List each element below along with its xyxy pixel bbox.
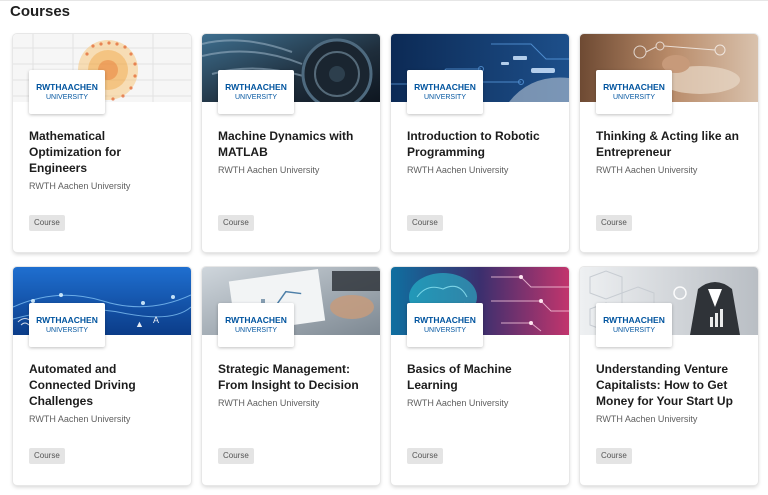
top-divider [0,0,768,1]
course-title[interactable]: Introduction to Robotic Programming [407,128,559,160]
course-type-badge: Course [29,448,65,464]
rwth-logo: RWTHAACHEN UNIVERSITY [218,303,294,347]
course-card-machine-learning[interactable]: RWTHAACHEN UNIVERSITY Basics of Machine L… [391,267,569,485]
svg-text:UNIVERSITY: UNIVERSITY [424,94,466,101]
course-title[interactable]: Strategic Management: From Insight to Dec… [218,361,370,393]
svg-text:UNIVERSITY: UNIVERSITY [424,327,466,334]
course-organization: RWTH Aachen University [218,165,320,175]
svg-text:UNIVERSITY: UNIVERSITY [235,94,277,101]
course-card-strategic-management[interactable]: RWTHAACHEN UNIVERSITY Strategic Manageme… [202,267,380,485]
course-type-badge: Course [596,215,632,231]
svg-text:RWTHAACHEN: RWTHAACHEN [603,82,665,92]
svg-text:RWTHAACHEN: RWTHAACHEN [36,315,98,325]
course-organization: RWTH Aachen University [596,414,698,424]
course-organization: RWTH Aachen University [29,414,131,424]
svg-text:RWTHAACHEN: RWTHAACHEN [225,315,287,325]
svg-text:RWTHAACHEN: RWTHAACHEN [603,315,665,325]
rwth-logo: RWTHAACHEN UNIVERSITY [29,303,105,347]
course-type-badge: Course [29,215,65,231]
rwth-logo: RWTHAACHEN UNIVERSITY [218,70,294,114]
course-card-venture-capitalists[interactable]: RWTHAACHEN UNIVERSITY Understanding Vent… [580,267,758,485]
course-grid: RWTHAACHEN UNIVERSITY Mathematical Optimi… [13,34,758,485]
course-card-entrepreneur[interactable]: RWTHAACHEN UNIVERSITY Thinking & Acting … [580,34,758,252]
course-type-badge: Course [407,448,443,464]
rwth-logo: RWTHAACHEN UNIVERSITY [596,70,672,114]
section-heading: Courses [10,3,71,20]
course-title[interactable]: Basics of Machine Learning [407,361,559,393]
course-title[interactable]: Automated and Connected Driving Challenges [29,361,181,409]
course-card-machine-dynamics[interactable]: RWTHAACHEN UNIVERSITY Machine Dynamics w… [202,34,380,252]
course-title[interactable]: Thinking & Acting like an Entrepreneur [596,128,748,160]
course-card-mathematical-optimization[interactable]: RWTHAACHEN UNIVERSITY Mathematical Optimi… [13,34,191,252]
svg-text:RWTHAACHEN: RWTHAACHEN [36,82,98,92]
course-organization: RWTH Aachen University [407,398,509,408]
svg-text:RWTHAACHEN: RWTHAACHEN [225,82,287,92]
course-organization: RWTH Aachen University [407,165,509,175]
svg-text:UNIVERSITY: UNIVERSITY [46,94,88,101]
course-type-badge: Course [596,448,632,464]
course-title[interactable]: Understanding Venture Capitalists: How to… [596,361,748,409]
course-organization: RWTH Aachen University [218,398,320,408]
course-title[interactable]: Machine Dynamics with MATLAB [218,128,370,160]
rwth-logo: RWTHAACHEN UNIVERSITY [407,70,483,114]
svg-text:UNIVERSITY: UNIVERSITY [235,327,277,334]
course-card-robotic-programming[interactable]: RWTHAACHEN UNIVERSITY Introduction to Ro… [391,34,569,252]
svg-text:A: A [153,315,159,325]
course-type-badge: Course [218,448,254,464]
svg-text:RWTHAACHEN: RWTHAACHEN [414,315,476,325]
svg-text:UNIVERSITY: UNIVERSITY [613,327,655,334]
course-type-badge: Course [407,215,443,231]
course-organization: RWTH Aachen University [596,165,698,175]
svg-text:UNIVERSITY: UNIVERSITY [613,94,655,101]
svg-text:UNIVERSITY: UNIVERSITY [46,327,88,334]
course-type-badge: Course [218,215,254,231]
rwth-logo: RWTHAACHEN UNIVERSITY [29,70,105,114]
svg-text:RWTHAACHEN: RWTHAACHEN [414,82,476,92]
course-title[interactable]: Mathematical Optimization for Engineers [29,128,181,176]
course-organization: RWTH Aachen University [29,181,131,191]
svg-text:▲: ▲ [135,319,144,329]
rwth-logo: RWTHAACHEN UNIVERSITY [407,303,483,347]
rwth-logo: RWTHAACHEN UNIVERSITY [596,303,672,347]
course-card-automated-driving[interactable]: A ▲ RWTHAACHEN UNIVERSITY Automated and Co… [13,267,191,485]
